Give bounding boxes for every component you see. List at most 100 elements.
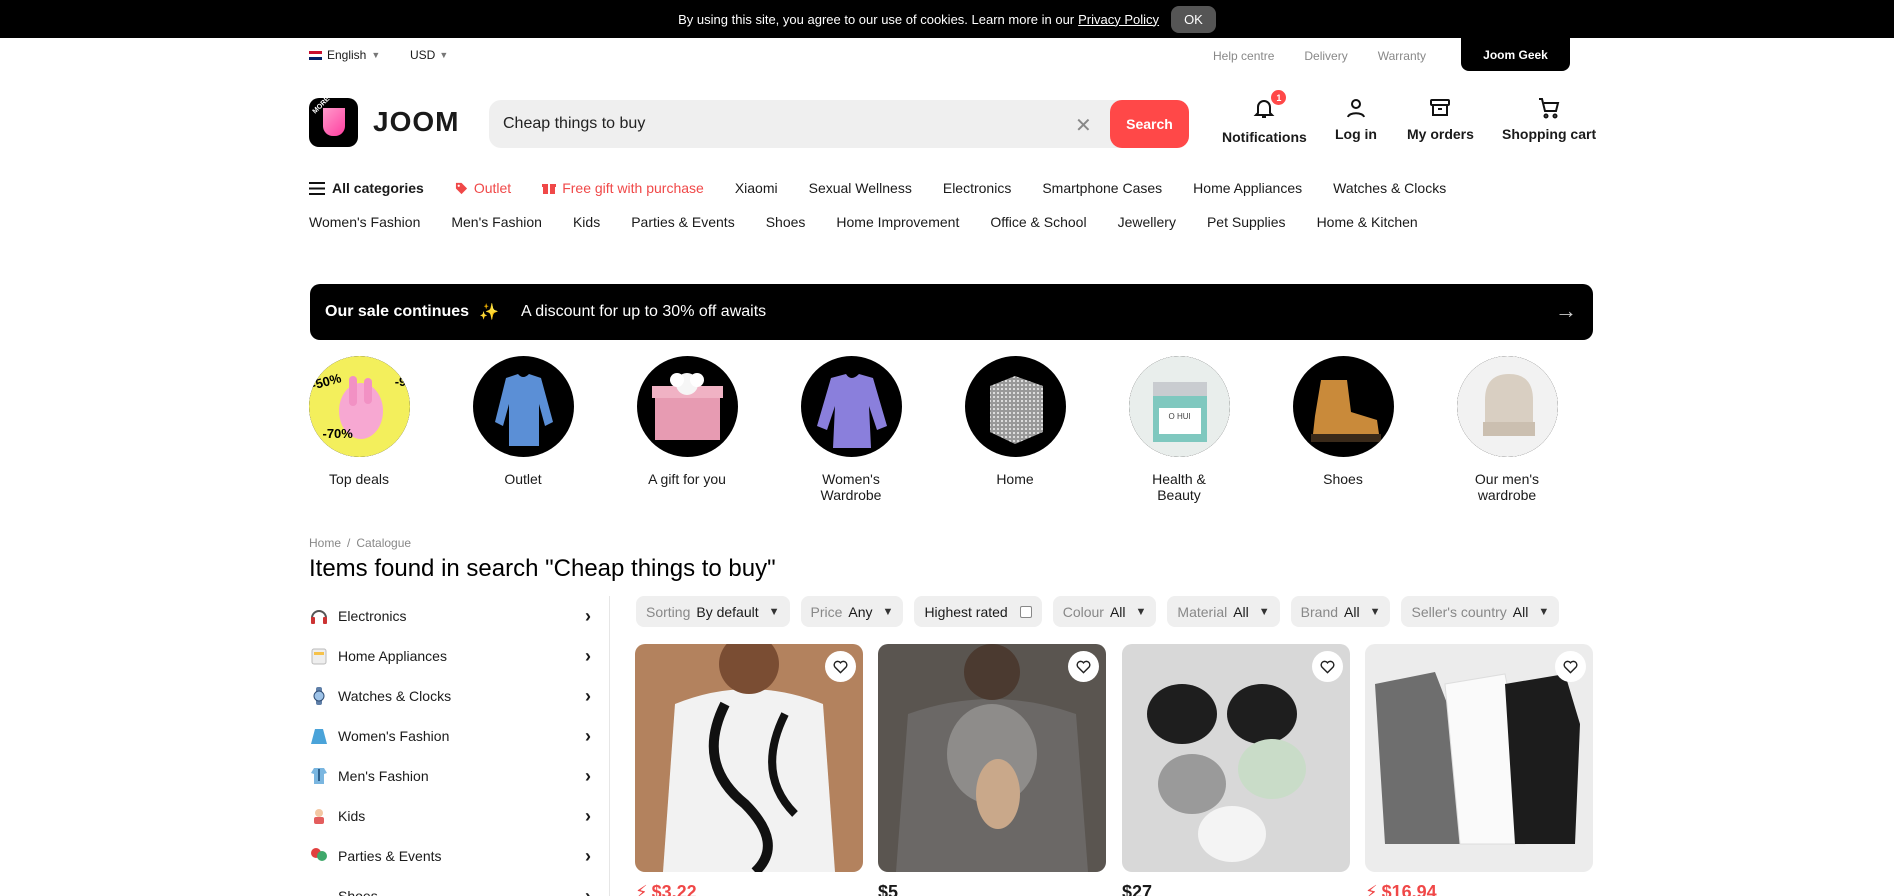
circle-cat-mens-wardrobe[interactable]: Our men's wardrobe bbox=[1447, 356, 1567, 503]
sidebar-item-mens-fashion[interactable]: Men's Fashion › bbox=[309, 756, 603, 796]
heart-icon[interactable] bbox=[825, 651, 856, 682]
menu-icon bbox=[309, 181, 325, 195]
product-card[interactable]: ⚡ $3.22 bbox=[635, 644, 863, 896]
sidebar-item-electronics[interactable]: Electronics › bbox=[309, 596, 603, 636]
nav-parties-events[interactable]: Parties & Events bbox=[631, 214, 735, 230]
product-card[interactable]: ⚡ $16.94 bbox=[1365, 644, 1593, 896]
nav-shoes[interactable]: Shoes bbox=[766, 214, 806, 230]
brand-label: O HUI bbox=[1168, 412, 1191, 421]
heart-icon[interactable] bbox=[1312, 651, 1343, 682]
privacy-policy-link[interactable]: Privacy Policy bbox=[1078, 12, 1159, 27]
appliance-icon bbox=[309, 646, 329, 666]
notifications-count-badge: 1 bbox=[1271, 90, 1287, 105]
product-card[interactable]: $27 bbox=[1122, 644, 1350, 896]
heart-icon[interactable] bbox=[1068, 651, 1099, 682]
nav-free-gift[interactable]: Free gift with purchase bbox=[542, 180, 704, 196]
warranty-link[interactable]: Warranty bbox=[1378, 49, 1426, 63]
logo-icon[interactable]: MORE bbox=[309, 98, 358, 147]
joom-geek-button[interactable]: Joom Geek bbox=[1461, 38, 1570, 71]
product-grid: ⚡ $3.22 $5 $27 ⚡ $16.94 bbox=[635, 644, 1593, 896]
product-image[interactable] bbox=[635, 644, 863, 872]
nav-home-improvement[interactable]: Home Improvement bbox=[836, 214, 959, 230]
nav-electronics[interactable]: Electronics bbox=[943, 180, 1011, 196]
circle-categories: -50% -90 -70% Top deals Outlet A gift fo… bbox=[308, 356, 1593, 506]
sale-banner[interactable]: Our sale continues ✨ A discount for up t… bbox=[310, 284, 1593, 340]
shopping-cart-button[interactable]: Shopping cart bbox=[1502, 96, 1596, 142]
nav-home-kitchen[interactable]: Home & Kitchen bbox=[1317, 214, 1418, 230]
product-image[interactable] bbox=[1365, 644, 1593, 872]
material-filter[interactable]: Material All ▼ bbox=[1167, 596, 1280, 627]
cookie-banner: By using this site, you agree to our use… bbox=[0, 0, 1894, 38]
nav-jewellery[interactable]: Jewellery bbox=[1118, 214, 1176, 230]
logo-text[interactable]: JOOM bbox=[373, 106, 459, 138]
page-title: Items found in search "Cheap things to b… bbox=[309, 555, 776, 582]
breadcrumb-catalogue[interactable]: Catalogue bbox=[356, 536, 411, 550]
sidebar-item-parties-events[interactable]: Parties & Events › bbox=[309, 836, 603, 876]
chevron-right-icon: › bbox=[585, 886, 591, 896]
uk-flag-icon bbox=[309, 50, 322, 60]
cookie-ok-button[interactable]: OK bbox=[1171, 5, 1216, 33]
nav-outlet[interactable]: Outlet bbox=[455, 180, 511, 196]
search-input[interactable] bbox=[503, 100, 1023, 148]
chevron-down-icon: ▼ bbox=[1258, 605, 1270, 618]
breadcrumb-home[interactable]: Home bbox=[309, 536, 341, 550]
category-nav-row-2: Women's Fashion Men's Fashion Kids Parti… bbox=[309, 214, 1449, 230]
skirt-icon bbox=[309, 726, 329, 746]
highest-rated-filter[interactable]: Highest rated bbox=[914, 596, 1042, 627]
sidebar-item-label: Shoes bbox=[338, 888, 378, 896]
chevron-right-icon: › bbox=[585, 766, 591, 786]
nav-office-school[interactable]: Office & School bbox=[990, 214, 1086, 230]
circle-cat-outlet[interactable]: Outlet bbox=[463, 356, 583, 487]
watch-icon bbox=[309, 686, 329, 706]
sorting-filter[interactable]: Sorting By default ▼ bbox=[636, 596, 790, 627]
my-orders-button[interactable]: My orders bbox=[1407, 96, 1474, 142]
circle-cat-womens-wardrobe[interactable]: Women's Wardrobe bbox=[791, 356, 911, 503]
help-centre-link[interactable]: Help centre bbox=[1213, 49, 1274, 63]
chevron-down-icon: ▼ bbox=[439, 50, 449, 60]
nav-smartphone-cases[interactable]: Smartphone Cases bbox=[1042, 180, 1162, 196]
sidebar-item-home-appliances[interactable]: Home Appliances › bbox=[309, 636, 603, 676]
sidebar-item-womens-fashion[interactable]: Women's Fashion › bbox=[309, 716, 603, 756]
nav-watches-clocks[interactable]: Watches & Clocks bbox=[1333, 180, 1446, 196]
sidebar-item-kids[interactable]: Kids › bbox=[309, 796, 603, 836]
sidebar-item-label: Watches & Clocks bbox=[338, 688, 452, 704]
product-image[interactable] bbox=[878, 644, 1106, 872]
nav-pet-supplies[interactable]: Pet Supplies bbox=[1207, 214, 1286, 230]
search-button[interactable]: Search bbox=[1110, 100, 1189, 148]
circle-cat-health-beauty[interactable]: O HUI Health & Beauty bbox=[1119, 356, 1239, 503]
filter-bar: Sorting By default ▼ Price Any ▼ Highest… bbox=[636, 596, 1560, 627]
circle-cat-home[interactable]: Home bbox=[955, 356, 1075, 487]
nav-sexual-wellness[interactable]: Sexual Wellness bbox=[809, 180, 912, 196]
nav-mens-fashion[interactable]: Men's Fashion bbox=[451, 214, 542, 230]
circle-cat-top-deals[interactable]: -50% -90 -70% Top deals bbox=[299, 356, 419, 487]
delivery-link[interactable]: Delivery bbox=[1304, 49, 1347, 63]
notifications-button[interactable]: 1 Notifications bbox=[1222, 90, 1307, 145]
sellers-country-filter[interactable]: Seller's country All ▼ bbox=[1401, 596, 1560, 627]
circle-cat-label: Health & Beauty bbox=[1152, 471, 1206, 503]
colour-filter[interactable]: Colour All ▼ bbox=[1052, 596, 1157, 627]
product-card[interactable]: $5 bbox=[878, 644, 1106, 896]
product-price: $27 bbox=[1122, 882, 1350, 896]
language-selector[interactable]: English ▼ bbox=[309, 48, 380, 62]
currency-selector[interactable]: USD ▼ bbox=[410, 48, 448, 62]
nav-xiaomi[interactable]: Xiaomi bbox=[735, 180, 778, 196]
nav-home-appliances[interactable]: Home Appliances bbox=[1193, 180, 1302, 196]
product-image[interactable] bbox=[1122, 644, 1350, 872]
sidebar-item-watches[interactable]: Watches & Clocks › bbox=[309, 676, 603, 716]
sidebar-item-shoes[interactable]: Shoes › bbox=[309, 876, 603, 896]
product-price-value: $27 bbox=[1122, 882, 1153, 896]
nav-womens-fashion[interactable]: Women's Fashion bbox=[309, 214, 420, 230]
price-filter[interactable]: Price Any ▼ bbox=[800, 596, 904, 627]
nav-kids[interactable]: Kids bbox=[573, 214, 600, 230]
gift-box-image bbox=[636, 356, 738, 457]
heart-icon[interactable] bbox=[1555, 651, 1586, 682]
brand-filter[interactable]: Brand All ▼ bbox=[1290, 596, 1391, 627]
all-categories-button[interactable]: All categories bbox=[309, 180, 424, 196]
flash-sale-icon: ⚡ bbox=[1365, 882, 1378, 896]
circle-cat-shoes[interactable]: Shoes bbox=[1283, 356, 1403, 487]
clear-search-icon[interactable]: ✕ bbox=[1075, 113, 1092, 138]
category-nav-row-1: All categories Outlet Free gift with pur… bbox=[309, 180, 1477, 196]
circle-cat-gift[interactable]: A gift for you bbox=[627, 356, 747, 487]
login-button[interactable]: Log in bbox=[1335, 96, 1377, 142]
highest-rated-checkbox[interactable] bbox=[1019, 605, 1032, 618]
